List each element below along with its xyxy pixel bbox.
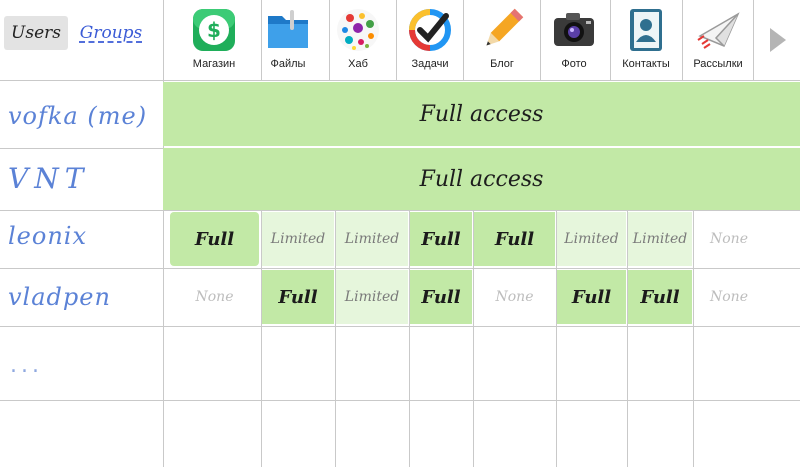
pencil-icon — [486, 8, 524, 46]
permission-cell[interactable]: Full — [628, 270, 692, 324]
permission-cell[interactable]: Limited — [336, 270, 408, 324]
app-label: Хаб — [348, 58, 368, 70]
checkmark-circle-icon — [409, 9, 451, 51]
svg-text:$: $ — [207, 18, 221, 42]
user-vladpen[interactable]: vladpen — [8, 283, 111, 311]
permission-cell[interactable]: None — [170, 270, 259, 324]
permission-cell[interactable]: Full — [410, 270, 472, 324]
contacts-book-icon — [630, 9, 662, 51]
app-column-mailings[interactable]: Рассылки — [682, 0, 754, 80]
full-access-band[interactable]: Full access — [163, 148, 800, 210]
permission-cell[interactable]: Full — [410, 212, 472, 266]
app-column-hub[interactable]: Хаб — [322, 0, 394, 80]
grid-line — [0, 210, 800, 211]
grid-line — [0, 80, 800, 81]
app-label: Магазин — [192, 58, 236, 70]
permission-cell[interactable]: Limited — [262, 212, 334, 266]
permission-cell[interactable]: Full — [170, 212, 259, 266]
app-column-contacts[interactable]: Контакты — [610, 0, 682, 80]
user-vofka[interactable]: vofka (me) — [8, 102, 147, 130]
app-label: Контакты — [622, 58, 670, 70]
colorful-dots-icon — [337, 9, 379, 51]
permission-cell[interactable]: Full — [474, 212, 555, 266]
dollar-store-icon: $ — [193, 9, 235, 51]
permission-cell[interactable]: None — [694, 212, 764, 266]
more-users-ellipsis[interactable]: ... — [10, 353, 43, 378]
app-label: Фото — [561, 58, 587, 70]
app-column-photo[interactable]: Фото — [538, 0, 610, 80]
permission-cell[interactable]: None — [474, 270, 555, 324]
app-label: Файлы — [270, 58, 306, 70]
permission-cell[interactable]: Full — [557, 270, 626, 324]
access-matrix: Users Groups $ Магазин Файлы Хаб Задачи … — [0, 0, 800, 467]
grid-line — [163, 0, 164, 467]
app-label: Задачи — [411, 58, 449, 70]
app-column-blog[interactable]: Блог — [466, 0, 538, 80]
app-label: Рассылки — [693, 58, 743, 70]
user-leonix[interactable]: leonix — [8, 222, 87, 250]
app-column-store[interactable]: $ Магазин — [178, 0, 250, 80]
app-column-tasks[interactable]: Задачи — [394, 0, 466, 80]
app-label: Блог — [490, 58, 514, 70]
folder-icon — [268, 10, 308, 48]
paper-plane-icon — [697, 12, 740, 49]
permission-cell[interactable]: Limited — [628, 212, 692, 266]
tab-users[interactable]: Users — [4, 16, 68, 50]
app-column-files[interactable]: Файлы — [252, 0, 324, 80]
grid-line — [0, 400, 800, 401]
permission-cell[interactable]: None — [694, 270, 764, 324]
next-arrow-icon[interactable] — [762, 20, 792, 60]
permission-cell[interactable]: Full — [262, 270, 334, 324]
camera-icon — [554, 13, 594, 46]
tab-groups[interactable]: Groups — [74, 16, 148, 50]
permission-cell[interactable]: Limited — [557, 212, 626, 266]
grid-line — [0, 268, 800, 269]
permission-cell[interactable]: Limited — [336, 212, 408, 266]
full-access-band[interactable]: Full access — [163, 82, 800, 146]
user-vnt[interactable]: VNT — [8, 162, 89, 195]
grid-line — [0, 326, 800, 327]
